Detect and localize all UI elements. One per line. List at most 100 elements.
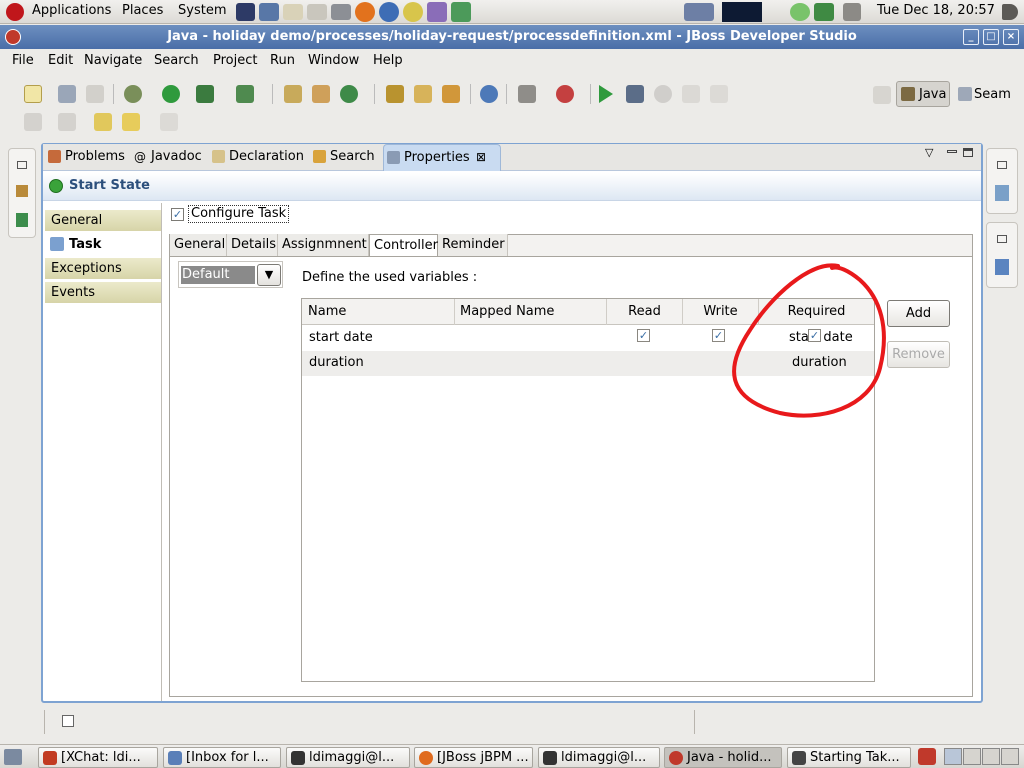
menu-navigate[interactable]: Navigate — [84, 53, 142, 68]
workspace-2[interactable] — [963, 748, 981, 765]
forward-icon[interactable] — [160, 113, 178, 131]
firefox-launcher-icon[interactable] — [355, 2, 375, 22]
hand-icon[interactable] — [710, 85, 728, 103]
monitor-launcher-icon[interactable] — [259, 3, 279, 21]
new-package-icon[interactable] — [312, 85, 330, 103]
column-mapped-name[interactable]: Mapped Name — [455, 299, 607, 325]
pidgin-launcher-icon[interactable] — [427, 2, 447, 22]
minimize-view-icon[interactable] — [947, 150, 957, 153]
show-desktop-icon[interactable] — [4, 749, 22, 765]
publish-icon[interactable] — [682, 85, 700, 103]
debug-server-icon[interactable] — [626, 85, 644, 103]
category-task[interactable]: Task — [45, 234, 161, 256]
restore-icon[interactable] — [997, 235, 1007, 243]
menu-run[interactable]: Run — [270, 53, 295, 68]
thunderbird-launcher-icon[interactable] — [379, 2, 399, 22]
tab-javadoc[interactable]: @ Javadoc — [131, 144, 207, 171]
workspace-4[interactable] — [1001, 748, 1019, 765]
prev-annotation-icon[interactable] — [58, 113, 76, 131]
maximize-view-icon[interactable] — [963, 148, 973, 157]
open-perspective-icon[interactable] — [873, 86, 891, 104]
jbpm-icon[interactable] — [518, 85, 536, 103]
window-titlebar[interactable]: Java - holiday demo/processes/holiday-re… — [0, 25, 1024, 49]
chevron-down-icon[interactable]: ▼ — [257, 264, 281, 286]
task-inbox[interactable]: [Inbox for l... — [163, 747, 281, 768]
minimize-icon[interactable]: _ — [963, 29, 979, 45]
stop-server-icon[interactable] — [654, 85, 672, 103]
tab-problems[interactable]: Problems — [45, 144, 129, 171]
last-edit-icon[interactable] — [94, 113, 112, 131]
fast-view-icon[interactable] — [62, 715, 74, 727]
terminal-launcher-icon[interactable] — [236, 3, 255, 21]
external-tools-icon[interactable] — [236, 85, 254, 103]
workspace-1[interactable] — [944, 748, 962, 765]
column-name[interactable]: Name — [302, 299, 455, 325]
applications-menu[interactable]: Applications — [32, 3, 111, 18]
hat-launcher-icon[interactable] — [331, 4, 351, 20]
back-icon[interactable] — [122, 113, 140, 131]
tab-search[interactable]: Search — [310, 144, 380, 171]
menu-help[interactable]: Help — [373, 53, 403, 68]
start-server-icon[interactable] — [599, 85, 613, 103]
redhat-icon[interactable] — [6, 3, 24, 21]
configure-task-checkbox[interactable]: ✓ — [171, 208, 184, 221]
read-checkbox[interactable]: ✓ — [637, 329, 650, 342]
save-icon[interactable] — [58, 85, 76, 103]
outline-view-icon[interactable] — [995, 259, 1009, 275]
category-events[interactable]: Events — [45, 282, 161, 304]
tab-declaration[interactable]: Declaration — [209, 144, 307, 171]
print-icon[interactable] — [86, 85, 104, 103]
task-terminal-2[interactable]: ldimaggi@l... — [538, 747, 660, 768]
maximize-icon[interactable]: □ — [983, 29, 999, 45]
perspective-seam[interactable]: Seam — [955, 81, 1015, 107]
tab-task-assignment[interactable]: Assignmnent — [278, 234, 369, 256]
menu-search[interactable]: Search — [154, 53, 199, 68]
process-icon[interactable] — [556, 85, 574, 103]
hierarchy-icon[interactable] — [16, 213, 28, 227]
new-icon[interactable] — [24, 85, 42, 103]
debug-icon[interactable] — [124, 85, 142, 103]
next-annotation-icon[interactable] — [24, 113, 42, 131]
new-class-icon[interactable] — [340, 85, 358, 103]
restore-icon[interactable] — [997, 161, 1007, 169]
places-menu[interactable]: Places — [122, 3, 163, 18]
clock[interactable]: Tue Dec 18, 20:57 — [877, 3, 995, 18]
tab-task-reminder[interactable]: Reminder — [438, 234, 508, 256]
task-xchat[interactable]: [XChat: ldi... — [38, 747, 158, 768]
gaim-launcher-icon[interactable] — [403, 2, 423, 22]
system-menu[interactable]: System — [178, 3, 226, 18]
open-type-icon[interactable] — [386, 85, 404, 103]
task-jboss-jbpm[interactable]: [JBoss jBPM ... — [414, 747, 533, 768]
task-terminal-1[interactable]: ldimaggi@l... — [286, 747, 410, 768]
task-java-jbds[interactable]: Java - holid... — [664, 747, 782, 768]
mail-launcher-icon[interactable] — [307, 4, 327, 20]
tab-properties[interactable]: Properties ⊠ — [383, 144, 501, 171]
add-button[interactable]: Add — [887, 300, 950, 327]
outline-icon[interactable] — [16, 185, 28, 197]
open-task-icon[interactable] — [414, 85, 432, 103]
menu-edit[interactable]: Edit — [48, 53, 73, 68]
task-list-icon[interactable] — [995, 185, 1009, 201]
tab-task-controller[interactable]: Controller — [369, 234, 438, 256]
web-browser-icon[interactable] — [480, 85, 498, 103]
envelope-launcher-icon[interactable] — [283, 4, 303, 20]
category-exceptions[interactable]: Exceptions — [45, 258, 161, 280]
network-icon[interactable] — [684, 3, 714, 21]
tab-task-general[interactable]: General — [170, 234, 227, 256]
update-icon[interactable] — [790, 3, 810, 21]
printer-icon[interactable] — [814, 3, 834, 21]
volume-icon[interactable] — [1002, 4, 1018, 20]
menu-project[interactable]: Project — [213, 53, 257, 68]
controller-combo-value[interactable]: Default — [181, 266, 255, 284]
remove-button[interactable]: Remove — [887, 341, 950, 368]
menu-file[interactable]: File — [12, 53, 34, 68]
tools-icon[interactable] — [843, 3, 861, 21]
search-toolbar-icon[interactable] — [442, 85, 460, 103]
system-monitor-icon[interactable] — [722, 2, 762, 22]
task-starting-task[interactable]: Starting Tak... — [787, 747, 911, 768]
settings-launcher-icon[interactable] — [451, 2, 471, 22]
column-read[interactable]: Read — [607, 299, 683, 325]
new-java-project-icon[interactable] — [284, 85, 302, 103]
jbds-tray-icon[interactable] — [918, 748, 936, 765]
run-icon[interactable] — [162, 85, 180, 103]
